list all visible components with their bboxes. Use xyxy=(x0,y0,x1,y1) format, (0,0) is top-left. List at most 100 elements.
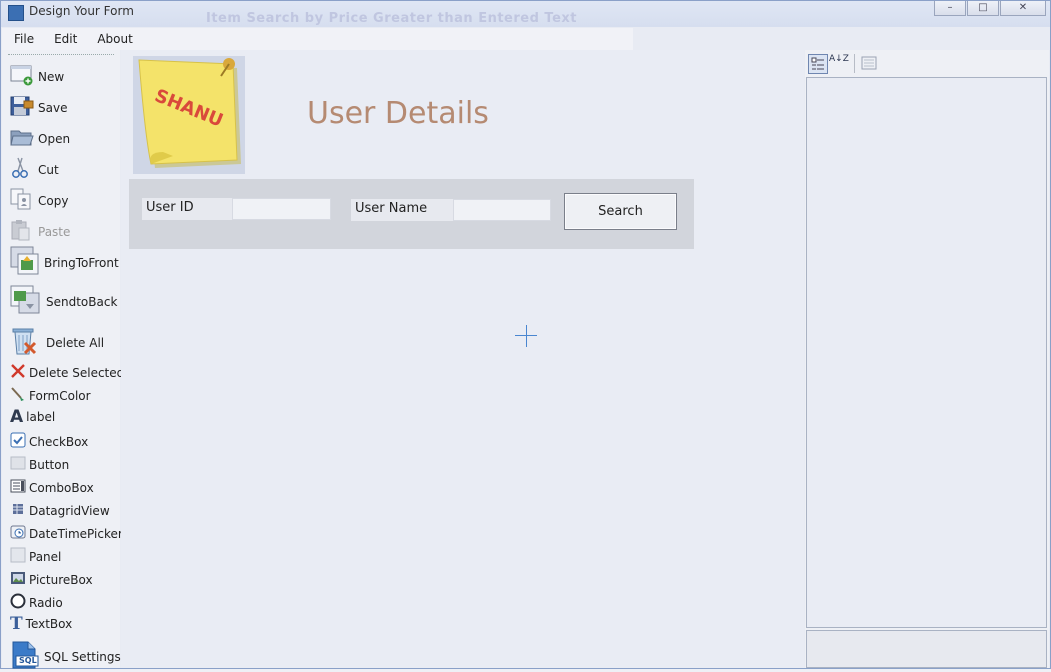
tool-label-control[interactable]: A label xyxy=(10,407,56,427)
picture-icon xyxy=(10,570,26,589)
new-form-icon xyxy=(10,64,34,89)
tool-label: SQL Settings xyxy=(44,649,121,664)
title-bar[interactable]: Design Your Form Item Search by Price Gr… xyxy=(1,1,1050,27)
tool-label: TextBox xyxy=(25,617,73,631)
checkbox-icon xyxy=(10,432,26,451)
tool-label: Copy xyxy=(38,193,69,208)
combobox-icon xyxy=(10,478,26,497)
folder-open-icon xyxy=(10,126,34,151)
user-id-input[interactable] xyxy=(232,198,331,220)
sticky-note-picture[interactable]: SHANU xyxy=(133,56,245,174)
tool-label: Button xyxy=(29,457,70,472)
tool-send-to-back[interactable]: SendtoBack xyxy=(10,285,117,318)
tool-cut[interactable]: Cut xyxy=(10,157,59,182)
radio-icon xyxy=(10,593,26,612)
tool-checkbox[interactable]: CheckBox xyxy=(10,432,88,451)
tool-label: FormColor xyxy=(29,388,91,403)
window-title: Design Your Form xyxy=(29,4,134,18)
sql-file-icon: SQL xyxy=(10,641,40,672)
tool-label: CheckBox xyxy=(29,434,89,449)
close-button[interactable]: ✕ xyxy=(1000,1,1046,16)
tool-open[interactable]: Open xyxy=(10,126,70,151)
panel-icon xyxy=(10,547,26,566)
trash-icon xyxy=(10,326,38,359)
maximize-button[interactable]: □ xyxy=(967,1,999,16)
tool-radio[interactable]: Radio xyxy=(10,593,63,612)
tool-label: Open xyxy=(38,131,71,146)
tool-datetimepicker[interactable]: DateTimePicker xyxy=(10,524,123,543)
sort-glyph: A↓Z xyxy=(829,54,849,64)
property-list[interactable] xyxy=(806,77,1047,628)
property-grid: A↓Z xyxy=(805,50,1049,668)
toolbox-grip xyxy=(8,54,114,55)
letter-t-icon: T xyxy=(10,614,23,634)
letter-a-icon: A xyxy=(10,407,24,427)
property-pages-icon[interactable] xyxy=(860,54,880,74)
search-panel[interactable]: User ID User Name Search xyxy=(129,179,694,249)
property-grid-toolbar: A↓Z xyxy=(805,50,1049,76)
design-canvas[interactable]: SHANU User Details User ID User Name Sea… xyxy=(121,50,804,668)
minimize-button[interactable]: – xyxy=(934,1,966,16)
tool-copy[interactable]: Copy xyxy=(10,188,68,213)
categorized-icon[interactable] xyxy=(808,54,828,74)
tool-label: SendtoBack xyxy=(46,294,118,309)
page-heading: User Details xyxy=(307,96,489,131)
user-id-label: User ID xyxy=(142,198,232,220)
toolbox-panel: New Save Open Cut Copy Paste BringToFron… xyxy=(2,50,124,669)
tool-button[interactable]: Button xyxy=(10,455,69,474)
sql-badge: SQL xyxy=(19,656,37,665)
user-name-label: User Name xyxy=(351,199,453,221)
scissors-icon xyxy=(10,157,34,182)
tool-datagridview[interactable]: DatagridView xyxy=(10,501,110,520)
tool-label: Panel xyxy=(29,549,62,564)
app-window: Design Your Form Item Search by Price Gr… xyxy=(0,0,1051,669)
bring-to-front-icon xyxy=(10,246,40,279)
tool-delete-all[interactable]: Delete All xyxy=(10,326,104,359)
menu-edit[interactable]: Edit xyxy=(42,32,85,46)
save-icon xyxy=(10,95,34,120)
tool-label: label xyxy=(26,410,56,424)
tool-label: Radio xyxy=(29,595,63,610)
tool-textbox[interactable]: T TextBox xyxy=(10,614,73,634)
tool-delete-selected[interactable]: Delete Selected xyxy=(10,363,124,382)
datetime-icon xyxy=(10,524,26,543)
menu-bar: File Edit About xyxy=(2,28,633,50)
user-name-input[interactable] xyxy=(453,199,551,221)
background-window-title: Item Search by Price Greater than Entere… xyxy=(206,11,577,26)
tool-panel[interactable]: Panel xyxy=(10,547,61,566)
button-icon xyxy=(10,455,26,474)
tool-save[interactable]: Save xyxy=(10,95,67,120)
search-button[interactable]: Search xyxy=(564,193,677,230)
tool-label: ComboBox xyxy=(29,480,94,495)
alphabetical-sort-icon[interactable]: A↓Z xyxy=(829,54,849,74)
tool-form-color[interactable]: FormColor xyxy=(10,386,91,405)
tool-picturebox[interactable]: PictureBox xyxy=(10,570,93,589)
tool-label: Delete All xyxy=(46,335,105,350)
tool-combobox[interactable]: ComboBox xyxy=(10,478,94,497)
menu-about[interactable]: About xyxy=(85,32,140,46)
grid-icon xyxy=(10,501,26,520)
tool-paste[interactable]: Paste xyxy=(10,219,70,244)
tool-label: PictureBox xyxy=(29,572,93,587)
clipboard-icon xyxy=(10,219,34,244)
tool-new[interactable]: New xyxy=(10,64,64,89)
copy-icon xyxy=(10,188,34,213)
crosshair-cursor-vertical xyxy=(526,325,527,347)
paint-brush-icon xyxy=(10,386,26,405)
send-to-back-icon xyxy=(10,285,42,318)
tool-label: Delete Selected xyxy=(29,365,125,380)
tool-label: New xyxy=(38,69,65,84)
tool-bring-to-front[interactable]: BringToFront xyxy=(10,246,119,279)
tool-label: BringToFront xyxy=(44,255,119,270)
crosshair-cursor-horizontal xyxy=(515,335,537,336)
tool-label: Save xyxy=(38,100,68,115)
property-description-pane xyxy=(806,630,1047,668)
tool-label: DateTimePicker xyxy=(29,526,123,541)
menu-file[interactable]: File xyxy=(2,32,42,46)
tool-label: DatagridView xyxy=(29,503,110,518)
app-icon xyxy=(8,5,24,21)
tool-sql-settings[interactable]: SQL SQL Settings xyxy=(10,641,121,672)
tool-label: Cut xyxy=(38,162,59,177)
tool-label: Paste xyxy=(38,224,71,239)
red-x-icon xyxy=(10,363,26,382)
